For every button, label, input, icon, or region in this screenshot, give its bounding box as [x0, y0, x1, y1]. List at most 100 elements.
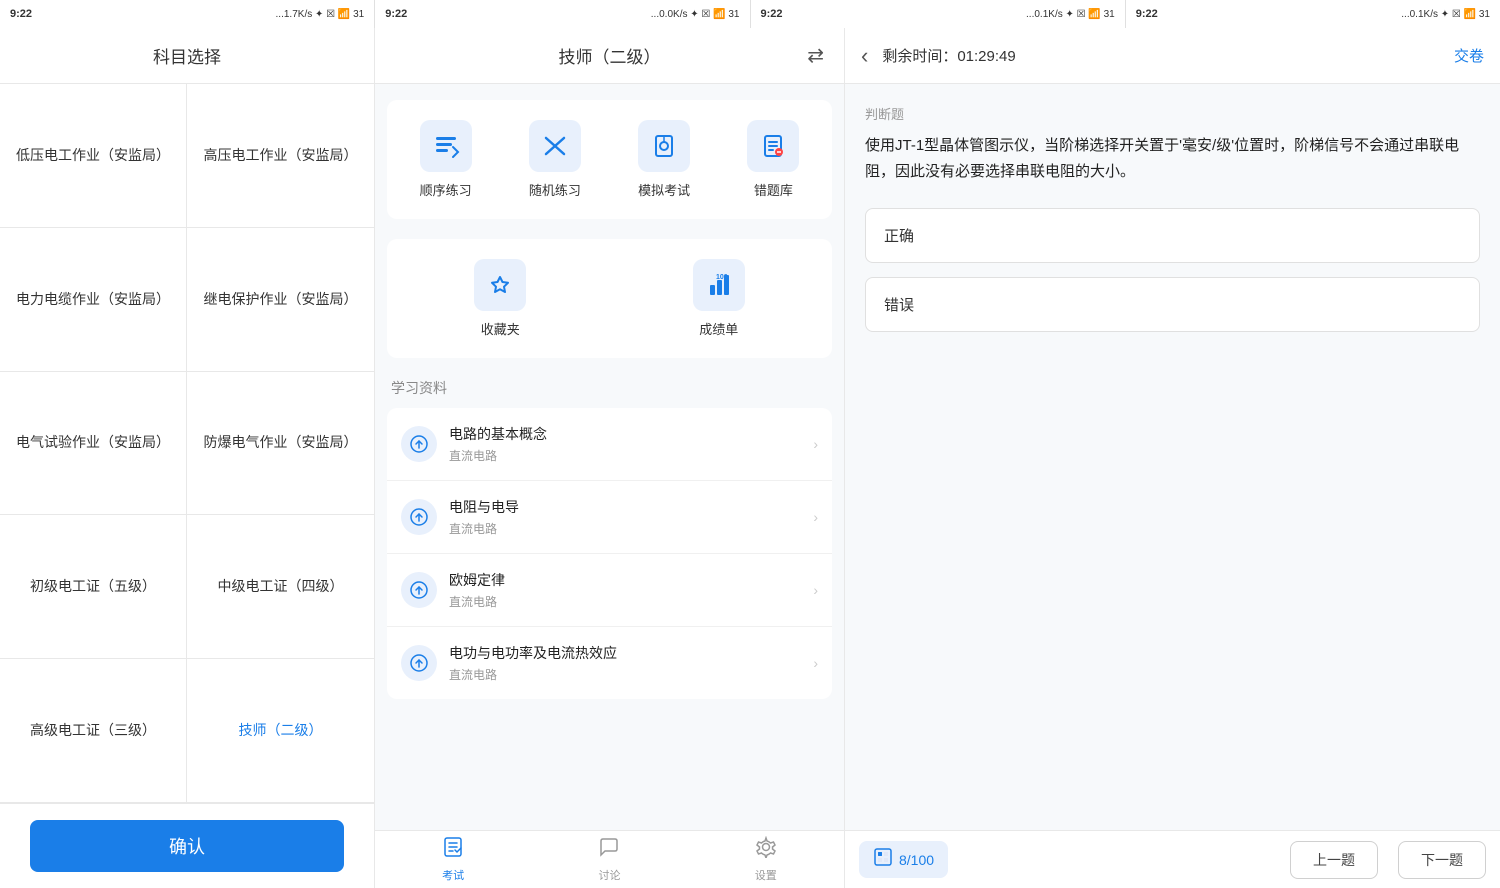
menu-content: 顺序练习 随机练习: [375, 84, 844, 830]
menu-header: 技师（二级） ⇄: [375, 28, 844, 84]
menu-icon-mistakes[interactable]: 错题库: [725, 120, 822, 199]
menu-icon-favorites[interactable]: 收藏夹: [397, 259, 604, 338]
confirm-area: 确认: [0, 803, 374, 888]
status-bar-1: 9:22 ...1.7K/s ✦ ☒ 📶 31: [0, 0, 375, 28]
exam-nav-icon: [442, 836, 464, 864]
study-item-2[interactable]: 电阻与电导 直流电路 ›: [387, 481, 832, 554]
time-4: 9:22: [1136, 8, 1158, 20]
study-item-1[interactable]: 电路的基本概念 直流电路 ›: [387, 408, 832, 481]
study-icon-2: [401, 499, 437, 535]
svg-text:100: 100: [716, 274, 728, 281]
exam-header: ‹ 剩余时间：01:29:49 交卷: [845, 28, 1500, 84]
arrow-icon-1: ›: [813, 436, 818, 452]
random-icon: [529, 120, 581, 172]
time-1: 9:22: [10, 8, 32, 20]
status-bar-4: 9:22 ...0.1K/s ✦ ☒ 📶 31: [1126, 0, 1500, 28]
study-name-3: 欧姆定律: [449, 570, 801, 590]
time-3: 9:22: [761, 8, 783, 20]
study-sub-3: 直流电路: [449, 593, 801, 610]
study-sub-1: 直流电路: [449, 447, 801, 464]
back-button[interactable]: ‹: [861, 43, 868, 69]
timer-label: 剩余时间：01:29:49: [882, 45, 1444, 66]
settings-nav-icon: [755, 836, 777, 864]
sequential-label: 顺序练习: [420, 180, 472, 199]
discuss-nav-icon: [598, 836, 620, 864]
study-icon-1: [401, 426, 437, 462]
status-bar-3: 9:22 ...0.1K/s ✦ ☒ 📶 31: [751, 0, 1126, 28]
prev-button[interactable]: 上一题: [1290, 841, 1378, 879]
menu-icons-grid: 顺序练习 随机练习: [387, 100, 832, 219]
subject-item-6[interactable]: 防爆电气作业（安监局）: [187, 372, 374, 516]
study-item-3[interactable]: 欧姆定律 直流电路 ›: [387, 554, 832, 627]
study-list: 电路的基本概念 直流电路 › 电阻与电导: [387, 408, 832, 699]
signal-3: ...0.1K/s ✦ ☒ 📶 31: [1026, 9, 1115, 20]
time-2: 9:22: [385, 8, 407, 20]
arrow-icon-2: ›: [813, 509, 818, 525]
arrow-icon-4: ›: [813, 655, 818, 671]
arrow-icon-3: ›: [813, 582, 818, 598]
scores-label: 成绩单: [699, 319, 738, 338]
menu-icon-sequential[interactable]: 顺序练习: [397, 120, 494, 199]
menu-title: 技师（二级）: [559, 43, 661, 68]
submit-button[interactable]: 交卷: [1454, 45, 1484, 66]
next-button[interactable]: 下一题: [1398, 841, 1486, 879]
subject-item-8[interactable]: 中级电工证（四级）: [187, 515, 374, 659]
subject-item-9[interactable]: 高级电工证（三级）: [0, 659, 187, 803]
answer-card-button[interactable]: 8/100: [859, 841, 948, 878]
main-panels: 科目选择 低压电工作业（安监局） 高压电工作业（安监局） 电力电缆作业（安监局）…: [0, 28, 1500, 888]
study-sub-4: 直流电路: [449, 666, 801, 683]
exam-body: 判断题 使用JT-1型晶体管图示仪，当阶梯选择开关置于'毫安/级'位置时，阶梯信…: [845, 84, 1500, 830]
confirm-button[interactable]: 确认: [30, 820, 344, 872]
panel-menu: 技师（二级） ⇄ 顺序练习: [375, 28, 845, 888]
status-bar-row: 9:22 ...1.7K/s ✦ ☒ 📶 31 9:22 ...0.0K/s ✦…: [0, 0, 1500, 28]
nav-discuss-label: 讨论: [598, 867, 620, 883]
subject-item-5[interactable]: 电气试验作业（安监局）: [0, 372, 187, 516]
subject-item-1[interactable]: 低压电工作业（安监局）: [0, 84, 187, 228]
nav-discuss[interactable]: 讨论: [531, 836, 687, 883]
favorites-label: 收藏夹: [481, 319, 520, 338]
mistakes-icon: [747, 120, 799, 172]
panel-subject: 科目选择 低压电工作业（安监局） 高压电工作业（安监局） 电力电缆作业（安监局）…: [0, 28, 375, 888]
answer-option-2[interactable]: 错误: [865, 277, 1480, 332]
subject-header: 科目选择: [0, 28, 374, 84]
sequential-icon: [420, 120, 472, 172]
random-label: 随机练习: [529, 180, 581, 199]
nav-settings[interactable]: 设置: [688, 836, 844, 883]
signal-2: ...0.0K/s ✦ ☒ 📶 31: [651, 9, 740, 20]
menu-icon-scores[interactable]: 100 成绩单: [616, 259, 823, 338]
subject-item-3[interactable]: 电力电缆作业（安监局）: [0, 228, 187, 372]
answer-option-1[interactable]: 正确: [865, 208, 1480, 263]
nav-exam[interactable]: 考试: [375, 836, 531, 883]
question-type: 判断题: [865, 104, 1480, 123]
favorites-icon: [474, 259, 526, 311]
menu-icon-random[interactable]: 随机练习: [506, 120, 603, 199]
status-bar-2: 9:22 ...0.0K/s ✦ ☒ 📶 31: [375, 0, 750, 28]
progress-label: 8/100: [899, 852, 934, 868]
subject-item-10[interactable]: 技师（二级）: [187, 659, 374, 803]
study-section-title: 学习资料: [387, 378, 832, 398]
panel-exam: ‹ 剩余时间：01:29:49 交卷 判断题 使用JT-1型晶体管图示仪，当阶梯…: [845, 28, 1500, 888]
study-icon-4: [401, 645, 437, 681]
subject-item-2[interactable]: 高压电工作业（安监局）: [187, 84, 374, 228]
scores-icon: 100: [693, 259, 745, 311]
menu-icon-mock[interactable]: 模拟考试: [616, 120, 713, 199]
study-name-2: 电阻与电导: [449, 497, 801, 517]
study-sub-2: 直流电路: [449, 520, 801, 537]
subject-item-7[interactable]: 初级电工证（五级）: [0, 515, 187, 659]
signal-1: ...1.7K/s ✦ ☒ 📶 31: [276, 9, 365, 20]
study-item-4[interactable]: 电功与电功率及电流热效应 直流电路 ›: [387, 627, 832, 699]
subject-item-4[interactable]: 继电保护作业（安监局）: [187, 228, 374, 372]
mock-icon: [638, 120, 690, 172]
subject-title: 科目选择: [153, 43, 221, 68]
exam-bottom-bar: 8/100 上一题 下一题: [845, 830, 1500, 888]
mistakes-label: 错题库: [754, 180, 793, 199]
bottom-nav: 考试 讨论 设置: [375, 830, 844, 888]
question-text: 使用JT-1型晶体管图示仪，当阶梯选择开关置于'毫安/级'位置时，阶梯信号不会通…: [865, 133, 1480, 184]
menu-icons-row2: 收藏夹 100 成绩单: [387, 239, 832, 358]
answer-card-icon: [873, 847, 893, 872]
study-icon-3: [401, 572, 437, 608]
study-name-4: 电功与电功率及电流热效应: [449, 643, 801, 663]
search-icon[interactable]: ⇄: [807, 43, 824, 68]
nav-settings-label: 设置: [755, 867, 777, 883]
mock-label: 模拟考试: [638, 180, 690, 199]
